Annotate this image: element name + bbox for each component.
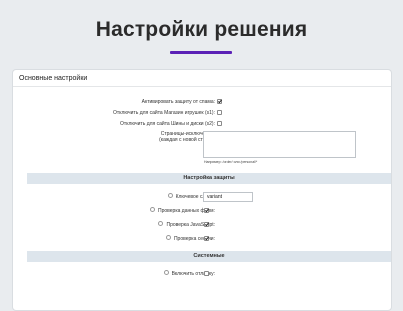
exclusions-hint: Например: /order/ или /personal/*: [204, 160, 258, 164]
row-session-check: Проверка сессии:: [13, 234, 391, 244]
row-debug: Включить отладку:: [13, 269, 391, 279]
row-form-check: Проверка данных форм:: [13, 206, 391, 216]
help-icon[interactable]: [165, 235, 171, 241]
row-disable-toy-store: Отключить для сайта Магазин игрушек (s1)…: [13, 108, 391, 118]
spam-protection-checkbox[interactable]: [217, 99, 222, 104]
help-icon[interactable]: [167, 193, 173, 199]
row-spam-protection: Активировать защиту от спама:: [13, 97, 391, 107]
help-icon[interactable]: [158, 221, 164, 227]
keyword-input[interactable]: variant: [203, 192, 253, 202]
system-section-header: Системные: [27, 251, 391, 262]
js-check-checkbox[interactable]: [204, 222, 209, 227]
disable-tires-checkbox[interactable]: [217, 121, 222, 126]
exclusions-textarea[interactable]: [203, 131, 356, 158]
help-icon[interactable]: [163, 270, 169, 276]
row-keyword: Ключевое слово:: [13, 192, 391, 202]
settings-panel: Основные настройки Активировать защиту о…: [12, 69, 392, 311]
disable-toy-store-checkbox[interactable]: [217, 110, 222, 115]
spam-protection-label: Активировать защиту от спама:: [141, 99, 215, 105]
form-check-checkbox[interactable]: [204, 208, 209, 213]
session-check-checkbox[interactable]: [204, 236, 209, 241]
page-title: Настройки решения: [95, 18, 308, 41]
help-icon[interactable]: [150, 207, 155, 213]
row-js-check: Проверка JavaScript:: [13, 220, 391, 230]
title-underline: [170, 51, 232, 54]
panel-header: Основные настройки: [13, 70, 391, 87]
disable-toy-store-label: Отключить для сайта Магазин игрушек (s1)…: [113, 110, 215, 116]
disable-tires-label: Отключить для сайта Шины и диски (s2):: [120, 121, 215, 127]
row-disable-tires: Отключить для сайта Шины и диски (s2):: [13, 119, 391, 129]
protection-section-header: Настройка защиты: [27, 173, 391, 184]
debug-checkbox[interactable]: [204, 271, 209, 276]
